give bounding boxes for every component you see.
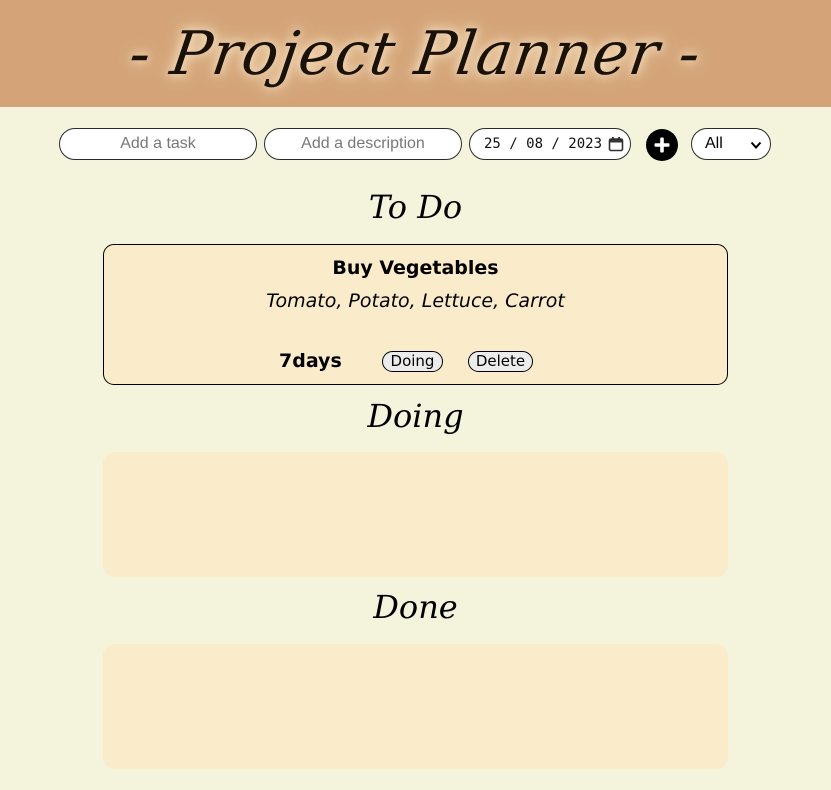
doing-lane xyxy=(103,452,728,577)
todo-section-title: To Do xyxy=(368,188,463,226)
filter-selected-value: All xyxy=(705,135,723,152)
add-task-button[interactable] xyxy=(646,129,678,161)
due-date-input[interactable]: 25 / 08 / 2023 xyxy=(469,128,631,160)
move-to-doing-button[interactable]: Doing xyxy=(382,351,443,372)
task-name: Buy Vegetables xyxy=(332,257,499,279)
task-name-input[interactable] xyxy=(59,128,257,160)
doing-section-title: Doing xyxy=(367,397,464,435)
done-section-title: Done xyxy=(373,588,458,626)
todo-lane: Buy Vegetables Tomato, Potato, Lettuce, … xyxy=(103,244,728,385)
header-banner: - Project Planner - xyxy=(0,0,831,107)
task-days-remaining: 7days xyxy=(279,350,342,372)
task-description: Tomato, Potato, Lettuce, Carrot xyxy=(266,290,565,312)
due-date-value: 25 / 08 / 2023 xyxy=(484,136,603,152)
delete-task-button[interactable]: Delete xyxy=(468,351,533,372)
done-lane xyxy=(103,644,728,769)
status-filter-select[interactable]: All xyxy=(691,128,771,160)
task-description-input[interactable] xyxy=(264,128,462,160)
plus-icon xyxy=(654,137,670,153)
calendar-icon[interactable] xyxy=(608,136,624,152)
app-title: - Project Planner - xyxy=(125,18,706,89)
task-toolbar: 25 / 08 / 2023 All xyxy=(0,128,831,161)
chevron-down-icon xyxy=(750,141,762,149)
